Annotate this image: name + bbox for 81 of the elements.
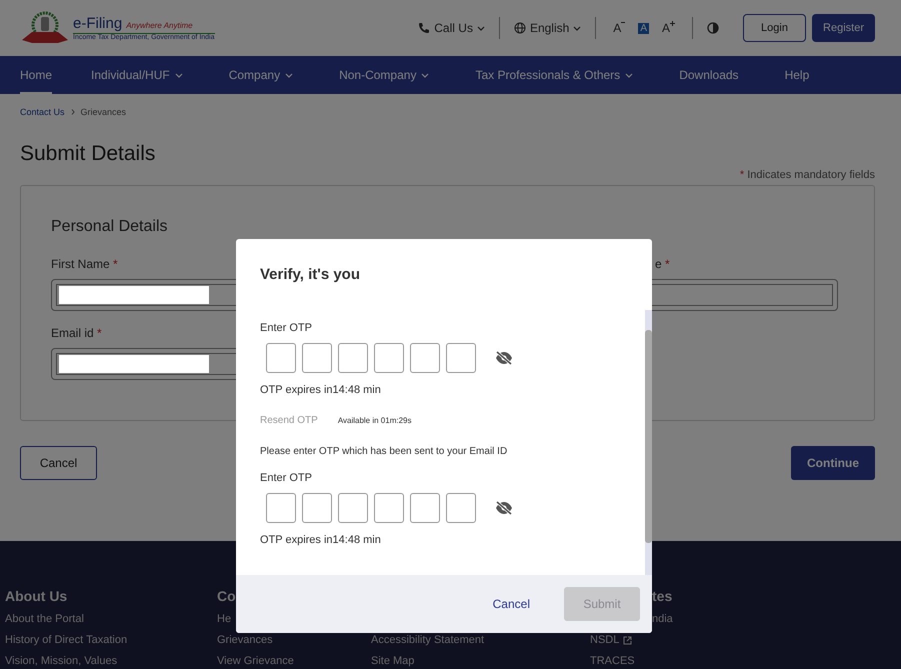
- availability-note: Available in 01m:29s: [338, 416, 412, 425]
- instruction-text: Please enter OTP which has been sent to your Email ID: [260, 446, 508, 457]
- section-title: Personal Details: [51, 218, 168, 236]
- nav-item[interactable]: Company: [228, 56, 294, 94]
- chevron-icon: [421, 72, 430, 78]
- call-us-dropdown[interactable]: Call Us: [404, 21, 499, 35]
- nav-item[interactable]: Tax Professionals & Others: [475, 56, 634, 94]
- cancel-button[interactable]: Cancel: [492, 597, 530, 611]
- logo-tagline: Anywhere Anytime: [126, 21, 193, 30]
- footer-link[interactable]: Grievances: [217, 634, 273, 655]
- chevron-icon: [476, 26, 485, 30]
- register-button[interactable]: Register: [812, 14, 875, 42]
- nav-item[interactable]: Non-Company: [339, 56, 430, 94]
- dialog-title: Verify, it's you: [259, 265, 361, 285]
- chevron-right-icon: [70, 109, 75, 115]
- page-title: Submit Details: [20, 142, 156, 166]
- font-size-button[interactable]: A: [610, 20, 628, 36]
- required-mark: *: [97, 326, 102, 340]
- breadcrumb-link[interactable]: Contact Us: [20, 107, 65, 117]
- continue-button[interactable]: Continue: [791, 446, 875, 480]
- font-size-button[interactable]: A: [638, 22, 649, 34]
- field-label: Email id: [51, 326, 94, 340]
- otp-digit-field[interactable]: [374, 493, 404, 523]
- otp-digit-field[interactable]: [338, 493, 368, 523]
- footer-link[interactable]: History of Direct Taxation: [5, 634, 128, 655]
- field-label: First Name: [51, 257, 110, 271]
- globe-icon: [514, 22, 526, 34]
- nav-item[interactable]: Downloads: [679, 56, 739, 94]
- cancel-button[interactable]: Cancel: [20, 446, 97, 480]
- footer-link[interactable]: NSDL: [590, 634, 632, 655]
- footer-heading: About Us: [5, 588, 68, 605]
- footer-link[interactable]: TRACES: [590, 655, 635, 669]
- chevron-icon: [174, 72, 183, 78]
- font-size-button[interactable]: A: [658, 20, 678, 36]
- login-button[interactable]: Login: [743, 14, 806, 42]
- otp-expiry-text: OTP expires in14:48 min: [260, 534, 382, 546]
- required-mark: *: [665, 257, 670, 271]
- minus-icon: [621, 21, 626, 24]
- nav-item[interactable]: Individual/HUF: [91, 56, 183, 94]
- nav-item[interactable]: Home: [20, 56, 52, 94]
- footer-link[interactable]: Site Map: [371, 655, 414, 669]
- otp-digit-field[interactable]: [446, 343, 476, 373]
- otp-expiry-text: OTP expires in14:48 min: [260, 384, 382, 396]
- external-link-icon: [623, 636, 632, 645]
- otp-label: Enter OTP: [260, 322, 313, 334]
- chevron-icon: [573, 26, 582, 30]
- eye-off-icon[interactable]: [495, 351, 513, 365]
- footer-heading: Co: [217, 588, 236, 605]
- otp-digit-field[interactable]: [410, 493, 440, 523]
- logo-title: e-Filing: [73, 15, 122, 32]
- chevron-icon: [625, 72, 634, 78]
- otp-digit-field[interactable]: [410, 343, 440, 373]
- chevron-icon: [285, 72, 294, 78]
- otp-digit-field[interactable]: [302, 493, 332, 523]
- breadcrumb-current: Grievances: [80, 107, 126, 117]
- phone-icon: [418, 22, 430, 34]
- otp-label: Enter OTP: [260, 472, 313, 484]
- eye-off-icon[interactable]: [495, 501, 513, 515]
- footer-heading: tes: [652, 588, 672, 605]
- mandatory-note: Indicates mandatory fields: [747, 169, 875, 181]
- otp-digit-field[interactable]: [266, 493, 296, 523]
- footer-link[interactable]: View Grievance: [217, 655, 294, 669]
- footer-link[interactable]: Vision, Mission, Values: [5, 655, 118, 669]
- otp-digit-field[interactable]: [374, 343, 404, 373]
- otp-digit-field[interactable]: [266, 343, 296, 373]
- emblem-drawing: [20, 10, 70, 46]
- required-mark: *: [740, 169, 744, 181]
- field-label: e: [655, 257, 662, 271]
- otp-digit-field[interactable]: [302, 343, 332, 373]
- footer-link[interactable]: ndia: [652, 613, 673, 634]
- language-dropdown[interactable]: English: [500, 21, 596, 35]
- plus-icon: [670, 21, 675, 26]
- nav-item[interactable]: Help: [784, 56, 810, 94]
- otp-digit-field[interactable]: [338, 343, 368, 373]
- scrollbar[interactable]: [645, 310, 652, 575]
- footer-link[interactable]: About the Portal: [5, 613, 84, 634]
- required-mark: *: [113, 257, 118, 271]
- footer-link[interactable]: He: [217, 613, 232, 634]
- otp-digit-field[interactable]: [446, 493, 476, 523]
- footer-link[interactable]: Accessibility Statement: [371, 634, 484, 655]
- contrast-icon[interactable]: [707, 22, 719, 34]
